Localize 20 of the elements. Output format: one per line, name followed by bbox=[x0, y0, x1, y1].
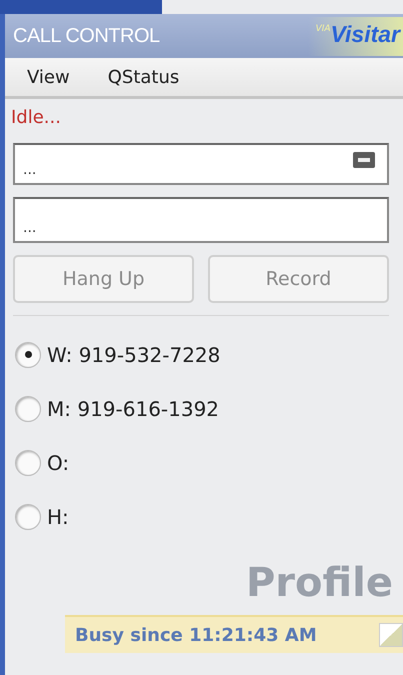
radio-button[interactable] bbox=[15, 342, 41, 368]
logo-text: Visitar bbox=[330, 20, 402, 48]
radio-button[interactable] bbox=[15, 504, 41, 530]
input-field[interactable]: ... bbox=[13, 143, 389, 185]
minimize-icon[interactable] bbox=[353, 152, 375, 168]
status-bar-text: Busy since 11:21:43 AM bbox=[75, 624, 317, 646]
phone-label: H: bbox=[47, 504, 69, 528]
window-title: CALL CONTROL bbox=[13, 24, 160, 48]
menu-item[interactable]: View bbox=[27, 66, 70, 88]
input-field[interactable]: ... bbox=[13, 197, 389, 243]
phone-label: M: 919-616-1392 bbox=[47, 396, 220, 420]
phone-label: O: bbox=[47, 450, 70, 474]
profile-label: Profile bbox=[246, 559, 393, 607]
status-text: Idle... bbox=[10, 106, 62, 130]
radio-button[interactable] bbox=[15, 450, 41, 476]
note-icon[interactable] bbox=[379, 623, 403, 647]
menu-item[interactable]: QStatus bbox=[108, 66, 180, 88]
logo-prefix: VIA bbox=[316, 24, 331, 34]
phone-label: W: 919-532-7228 bbox=[47, 342, 220, 366]
radio-button[interactable] bbox=[15, 396, 41, 422]
